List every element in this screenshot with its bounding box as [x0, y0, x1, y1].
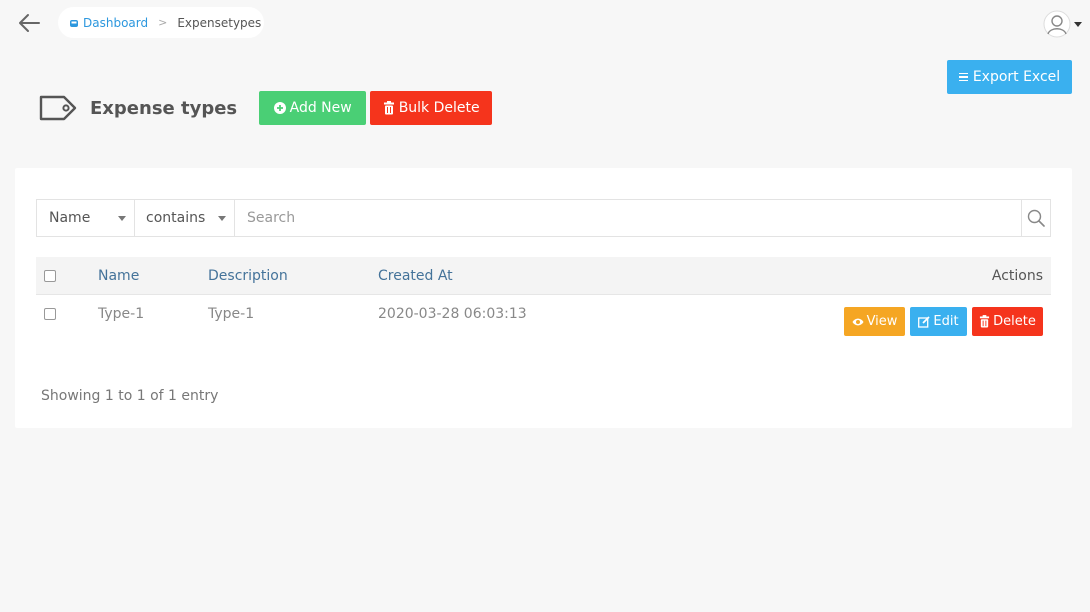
row-checkbox[interactable] — [44, 307, 56, 320]
delete-label: Delete — [993, 314, 1036, 329]
filter-operator-select[interactable]: contains — [135, 200, 235, 236]
search-button[interactable] — [1021, 200, 1050, 236]
view-button[interactable]: View — [844, 307, 905, 336]
list-card: Name contains Name Description Created A… — [15, 168, 1072, 428]
cell-description: Type-1 — [208, 305, 255, 322]
back-button[interactable] — [16, 10, 44, 36]
plus-circle-icon — [273, 102, 286, 114]
table-header: Name Description Created At Actions — [36, 257, 1051, 295]
column-header-actions: Actions — [991, 268, 1043, 284]
select-all-cell — [44, 257, 56, 295]
row-actions: View Edit Delete — [839, 307, 1043, 336]
delete-button[interactable]: Delete — [972, 307, 1043, 336]
filter-bar: Name contains — [36, 199, 1051, 237]
row-select-cell — [44, 295, 56, 332]
search-icon — [1027, 209, 1045, 227]
breadcrumb-separator: > — [158, 16, 168, 29]
view-label: View — [866, 314, 898, 329]
user-menu[interactable] — [1043, 9, 1089, 39]
breadcrumb-current: Expensetypes — [177, 15, 262, 30]
eye-icon — [852, 318, 864, 325]
top-bar: Dashboard > Expensetypes — [0, 0, 1090, 46]
bulk-delete-label: Bulk Delete — [398, 100, 480, 116]
user-avatar-icon — [1043, 10, 1071, 38]
trash-icon — [980, 315, 990, 328]
page-header: Expense types Add New Bulk Delete — [38, 90, 493, 126]
edit-button[interactable]: Edit — [910, 307, 967, 336]
list-icon — [958, 71, 968, 84]
trash-icon — [383, 101, 395, 115]
chevron-down-icon — [1074, 21, 1082, 27]
select-all-checkbox[interactable] — [44, 270, 56, 282]
breadcrumb-home-label: Dashboard — [83, 15, 149, 30]
dropdown-arrow-icon — [218, 216, 226, 221]
bulk-delete-button[interactable]: Bulk Delete — [370, 91, 493, 125]
filter-operator-value: contains — [146, 210, 206, 226]
filter-field-select[interactable]: Name — [37, 200, 135, 236]
export-excel-label: Export Excel — [972, 69, 1061, 85]
tag-icon — [39, 95, 77, 121]
column-header-created-at[interactable]: Created At — [378, 257, 453, 295]
export-excel-button[interactable]: Export Excel — [947, 60, 1072, 94]
cell-created-at: 2020-03-28 06:03:13 — [378, 305, 527, 322]
breadcrumb-home-link[interactable]: Dashboard — [69, 16, 148, 30]
column-header-description[interactable]: Description — [208, 257, 288, 295]
home-icon — [70, 19, 78, 27]
filter-field-value: Name — [49, 210, 91, 226]
add-new-label: Add New — [289, 100, 352, 116]
dropdown-arrow-icon — [118, 216, 126, 221]
page-title: Expense types — [90, 97, 238, 119]
column-header-name[interactable]: Name — [98, 257, 139, 295]
search-input[interactable] — [235, 200, 1021, 236]
edit-icon — [918, 315, 931, 328]
edit-label: Edit — [933, 314, 959, 329]
cell-name: Type-1 — [98, 305, 145, 322]
expense-types-table: Name Description Created At Actions Type… — [36, 257, 1051, 349]
breadcrumb: Dashboard > Expensetypes — [58, 7, 264, 38]
table-row: Type-1 Type-1 2020-03-28 06:03:13 View E… — [36, 295, 1051, 349]
arrow-left-icon — [19, 14, 40, 32]
entries-info: Showing 1 to 1 of 1 entry — [41, 388, 219, 404]
add-new-button[interactable]: Add New — [259, 91, 367, 125]
